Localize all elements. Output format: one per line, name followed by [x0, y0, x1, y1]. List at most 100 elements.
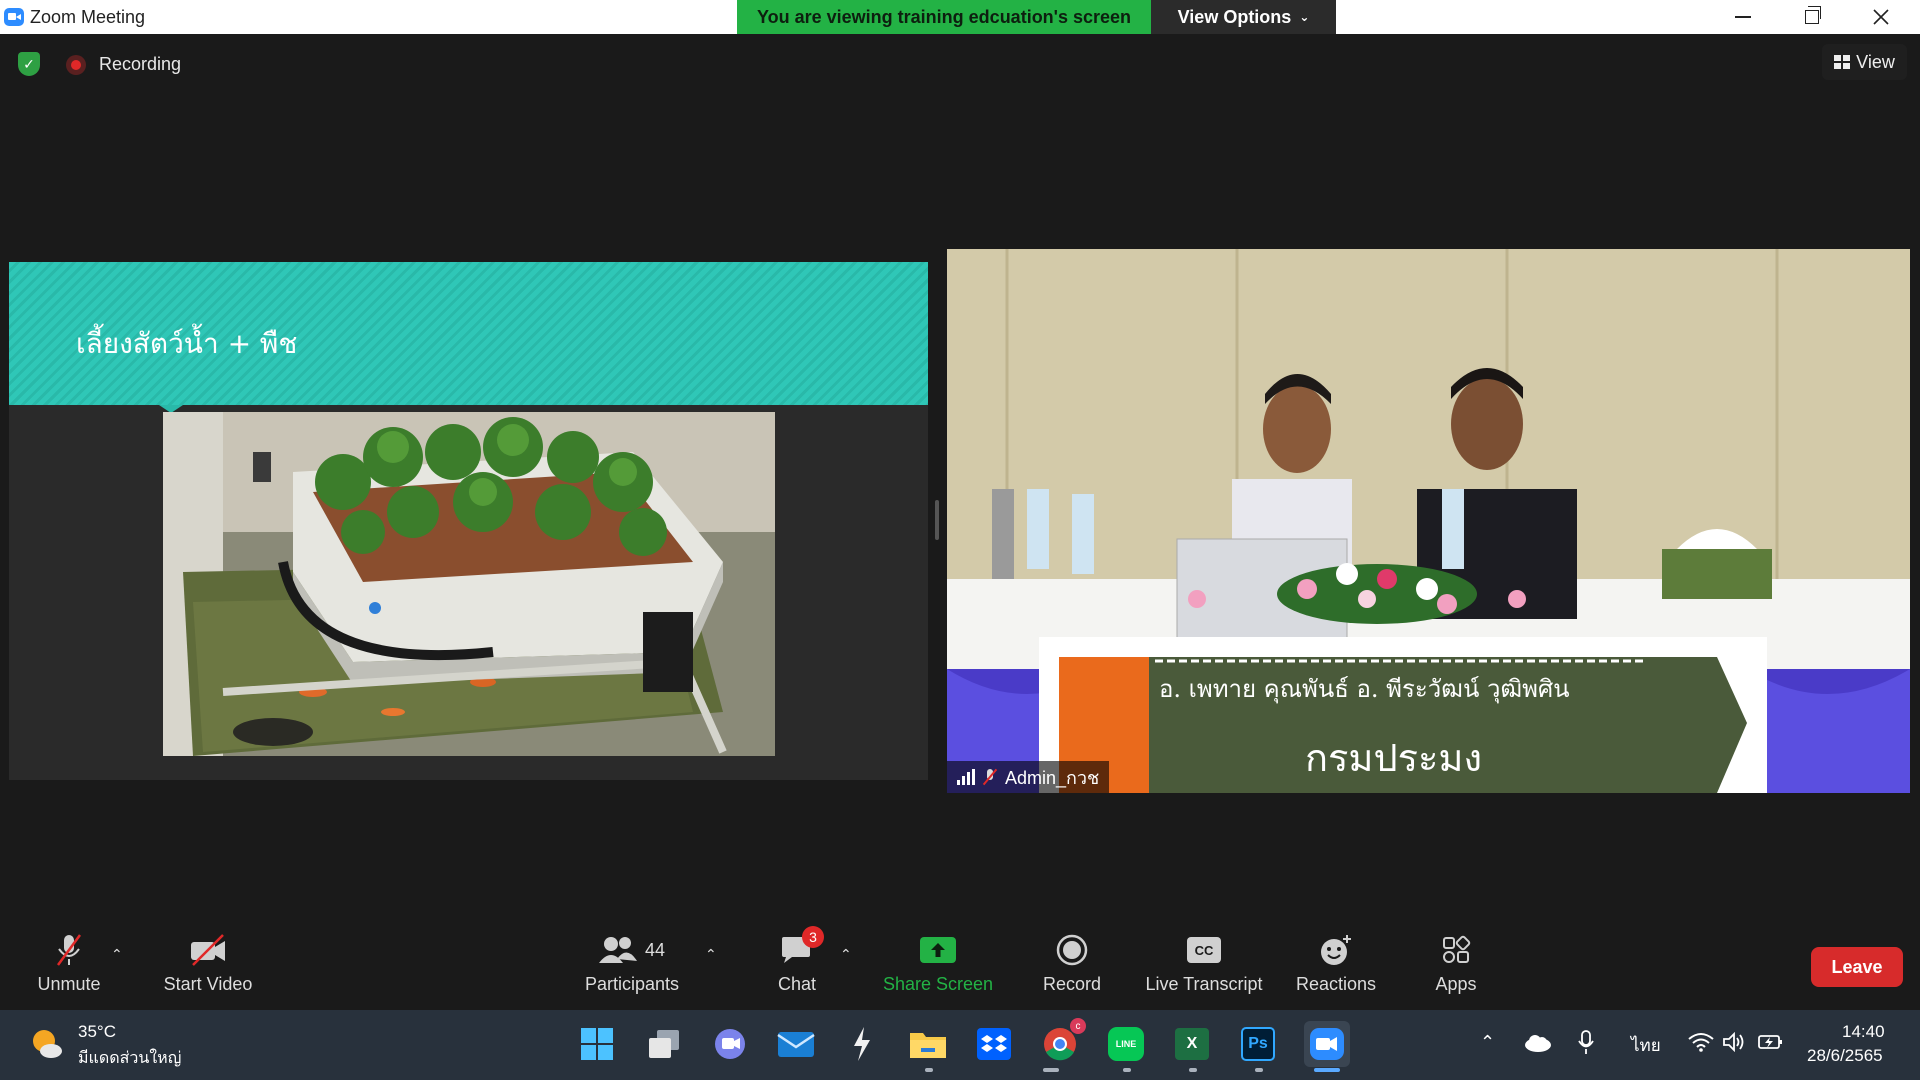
viewing-banner: You are viewing training edcuation's scr…	[737, 0, 1151, 34]
chat-chevron-up-icon[interactable]: ⌃	[840, 946, 852, 963]
participant-video[interactable]: อ. เพทาย คุณพันธ์ อ. พีระวัฒน์ วุฒิพศิน …	[947, 249, 1910, 793]
restore-icon	[1805, 6, 1821, 24]
share-screen-button[interactable]: Share Screen	[878, 928, 998, 1008]
weather-description[interactable]: มีแดดส่วนใหญ่	[78, 1046, 181, 1071]
battery-charging-icon[interactable]	[1757, 1032, 1785, 1057]
line-icon[interactable]: LINE	[1106, 1024, 1146, 1064]
photoshop-label: Ps	[1241, 1027, 1275, 1061]
participants-icon	[598, 937, 637, 963]
wifi-icon[interactable]	[1688, 1032, 1714, 1057]
reactions-button[interactable]: Reactions	[1290, 928, 1382, 1008]
chat-button[interactable]: 3 Chat	[772, 926, 824, 1008]
zoom-taskbar-icon[interactable]	[1304, 1021, 1350, 1067]
mic-off-icon	[54, 928, 84, 972]
input-language[interactable]: ไทย	[1631, 1032, 1661, 1059]
unmute-label: Unmute	[37, 974, 101, 994]
zoom-app-icon	[4, 8, 24, 26]
video-frame	[947, 249, 1910, 793]
slide-header: เลี้ยงสัตว์น้ำ + พืช	[9, 262, 928, 405]
record-label: Record	[1042, 974, 1102, 994]
view-options-button[interactable]: View Options ⌄	[1151, 0, 1336, 34]
reactions-label: Reactions	[1295, 974, 1377, 994]
participant-name: Admin_กวช	[1005, 767, 1100, 788]
start-video-label: Start Video	[163, 974, 253, 994]
unmute-button[interactable]: Unmute	[34, 928, 104, 1008]
file-explorer-icon[interactable]	[908, 1024, 948, 1064]
live-transcript-button[interactable]: CC Live Transcript	[1138, 928, 1270, 1008]
grid-icon	[1834, 55, 1851, 69]
chevron-down-icon: ⌄	[1299, 10, 1310, 24]
security-shield-icon[interactable]: ✓	[18, 52, 40, 76]
share-screen-icon	[920, 937, 956, 963]
apps-button[interactable]: Apps	[1426, 928, 1486, 1008]
clock-time[interactable]: 14:40	[1842, 1022, 1885, 1042]
participants-chevron-up-icon[interactable]: ⌃	[705, 946, 717, 963]
chat-unread-badge: 3	[802, 926, 824, 948]
record-button[interactable]: Record	[1034, 928, 1110, 1008]
excel-label: X	[1175, 1028, 1209, 1060]
volume-icon[interactable]	[1722, 1031, 1746, 1057]
windows-start-icon[interactable]	[577, 1024, 617, 1064]
record-icon	[1056, 934, 1088, 966]
meeting-toolbar: Unmute ⌃ Start Video 44 Participants ⌃ 3…	[0, 922, 1920, 1010]
video-off-icon	[189, 928, 227, 972]
photoshop-icon[interactable]: Ps	[1238, 1024, 1278, 1064]
participant-name-tag: Admin_กวช	[947, 761, 1110, 793]
recording-icon	[66, 55, 86, 75]
mail-icon[interactable]	[776, 1024, 816, 1064]
explorer-running-indicator	[925, 1068, 933, 1072]
panel-resize-handle[interactable]	[935, 500, 939, 540]
onedrive-cloud-icon[interactable]	[1524, 1034, 1552, 1057]
audio-options-chevron-up-icon[interactable]: ⌃	[111, 946, 123, 963]
minimize-icon	[1735, 16, 1751, 18]
photoshop-running-indicator	[1255, 1068, 1263, 1072]
chrome-icon[interactable]: c	[1040, 1018, 1086, 1064]
chrome-profile-badge: c	[1070, 1018, 1086, 1034]
window-title: Zoom Meeting	[30, 7, 146, 27]
close-icon	[1873, 9, 1889, 25]
excel-icon[interactable]: X	[1172, 1024, 1212, 1064]
minimize-button[interactable]	[1712, 0, 1774, 34]
close-button[interactable]	[1850, 0, 1912, 34]
chrome-running-indicator	[1043, 1068, 1059, 1072]
chat-label: Chat	[777, 974, 817, 994]
start-video-button[interactable]: Start Video	[160, 928, 256, 1008]
participants-label: Participants	[584, 974, 680, 994]
show-hidden-icons-chevron-icon[interactable]: ⌃	[1480, 1032, 1495, 1053]
apps-label: Apps	[1435, 974, 1477, 994]
recording-label: Recording	[99, 54, 182, 74]
line-label: LINE	[1108, 1027, 1144, 1061]
mic-muted-icon	[983, 769, 997, 785]
apps-icon	[1443, 935, 1471, 963]
view-options-label: View Options	[1177, 6, 1292, 27]
speaker-names-caption: อ. เพทาย คุณพันธ์ อ. พีระวัฒน์ วุฒิพศิน	[1159, 675, 1570, 703]
zoom-running-indicator	[1314, 1068, 1340, 1072]
slide-title: เลี้ยงสัตว์น้ำ + พืช	[76, 327, 298, 360]
share-screen-label: Share Screen	[882, 974, 994, 994]
shared-screen[interactable]: เลี้ยงสัตว์น้ำ + พืช	[9, 262, 928, 780]
title-bar: Zoom Meeting You are viewing training ed…	[0, 0, 1920, 34]
participants-count: 44	[644, 939, 666, 960]
live-transcript-label: Live Transcript	[1145, 974, 1263, 994]
excel-running-indicator	[1189, 1068, 1197, 1072]
lightning-app-icon[interactable]	[842, 1024, 882, 1064]
organization-caption: กรมประมง	[1305, 736, 1483, 780]
line-running-indicator	[1123, 1068, 1131, 1072]
leave-button[interactable]: Leave	[1811, 947, 1903, 987]
view-label: View	[1856, 51, 1895, 72]
reactions-icon	[1321, 935, 1351, 965]
task-view-icon[interactable]	[644, 1024, 684, 1064]
dropbox-icon[interactable]	[974, 1024, 1014, 1064]
clock-date[interactable]: 28/6/2565	[1807, 1046, 1883, 1066]
participants-button[interactable]: 44 Participants	[580, 928, 684, 1008]
teams-chat-icon[interactable]	[710, 1024, 750, 1064]
weather-temperature[interactable]: 35°C	[78, 1022, 116, 1042]
signal-strength-icon	[957, 769, 975, 785]
aquaponics-photo	[163, 412, 775, 756]
weather-sun-cloud-icon[interactable]	[30, 1027, 64, 1061]
restore-button[interactable]	[1781, 0, 1843, 34]
windows-taskbar: 35°C มีแดดส่วนใหญ่ c LINE X Ps ⌃ ไทย 14:…	[0, 1010, 1920, 1080]
view-button[interactable]: View	[1822, 44, 1907, 80]
microphone-icon[interactable]	[1578, 1030, 1594, 1061]
cc-icon: CC	[1187, 937, 1221, 963]
